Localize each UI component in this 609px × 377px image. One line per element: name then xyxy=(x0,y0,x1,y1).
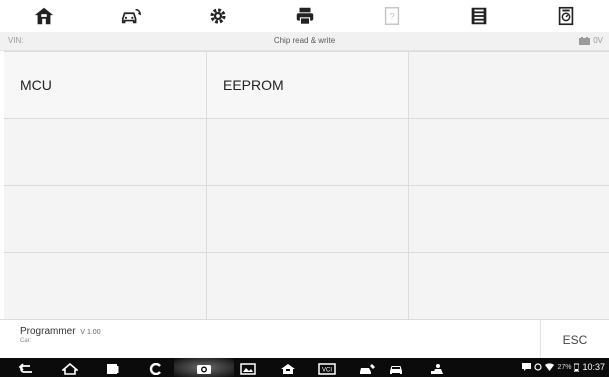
app-home-icon xyxy=(281,363,295,374)
car-label: Car: xyxy=(20,338,32,344)
help-button[interactable]: ? xyxy=(348,0,435,32)
grid-cell xyxy=(207,253,409,320)
print-button[interactable] xyxy=(261,0,348,32)
battery-voltage-icon xyxy=(579,36,591,45)
settings-gear-icon xyxy=(209,8,226,24)
gallery-button[interactable] xyxy=(240,361,256,376)
grid-cell xyxy=(409,52,609,119)
car-service-icon xyxy=(360,363,375,374)
program-version: V 1.00 xyxy=(80,329,101,336)
status-area: 27% 10:37 xyxy=(522,362,605,372)
back-button[interactable] xyxy=(18,361,34,376)
home-nav-icon xyxy=(62,362,78,375)
function-grid: MCU EEPROM xyxy=(4,51,609,320)
home-icon xyxy=(34,7,53,25)
app-home-button[interactable] xyxy=(280,361,296,376)
gallery-icon xyxy=(240,362,256,375)
remote-support-icon xyxy=(431,363,443,374)
svg-text:VCI: VCI xyxy=(322,367,332,373)
grid-cell-eeprom[interactable]: EEPROM xyxy=(207,52,409,119)
settings-button[interactable] xyxy=(174,0,261,32)
top-toolbar: ? xyxy=(0,0,609,32)
browser-button[interactable] xyxy=(148,361,164,376)
grid-cell xyxy=(409,119,609,186)
info-bar: VIN: Chip read & write 0V xyxy=(0,32,609,51)
print-icon xyxy=(296,7,313,25)
vci-icon: VCI xyxy=(318,362,336,375)
help-icon: ? xyxy=(384,7,399,25)
grid-cell xyxy=(207,186,409,253)
grid-cell-mcu[interactable]: MCU xyxy=(4,52,207,119)
recent-apps-icon xyxy=(107,363,119,374)
screenshot-button[interactable] xyxy=(196,361,212,376)
program-info: Programmer V 1.00 xyxy=(20,326,101,337)
data-logging-button[interactable] xyxy=(522,0,609,32)
back-icon xyxy=(18,362,32,373)
save-icon xyxy=(471,7,486,25)
vehicle-button[interactable] xyxy=(388,361,404,376)
vehicle-swap-button[interactable] xyxy=(87,0,174,32)
sync-icon xyxy=(534,363,543,371)
battery-icon xyxy=(574,363,580,372)
grid-cell xyxy=(409,186,609,253)
grid-cell xyxy=(4,253,207,320)
grid-cell xyxy=(409,253,609,320)
clock: 10:37 xyxy=(582,362,605,372)
grid-cell xyxy=(207,119,409,186)
grid-cell xyxy=(4,186,207,253)
service-button[interactable] xyxy=(358,361,376,376)
footer-bar: Programmer V 1.00 Car: ESC xyxy=(0,319,609,359)
wifi-icon xyxy=(545,363,555,371)
program-name: Programmer xyxy=(20,326,76,337)
car-icon xyxy=(390,365,402,374)
svg-text:?: ? xyxy=(389,12,394,22)
system-navigation-bar xyxy=(0,358,609,377)
remote-support-button[interactable] xyxy=(430,361,446,376)
camera-icon xyxy=(197,364,211,374)
vehicle-swap-icon xyxy=(121,8,141,24)
battery-percent: 27% xyxy=(557,363,572,371)
grid-cell xyxy=(4,119,207,186)
data-logging-icon xyxy=(558,6,573,26)
page-title: Chip read & write xyxy=(273,36,336,45)
recent-apps-button[interactable] xyxy=(104,361,120,376)
voltage-value: 0V xyxy=(593,36,603,45)
message-icon xyxy=(522,363,532,371)
home-nav-button[interactable] xyxy=(62,361,78,376)
voltage-indicator: 0V xyxy=(579,36,603,45)
save-button[interactable] xyxy=(435,0,522,32)
home-button[interactable] xyxy=(0,0,87,32)
browser-icon xyxy=(149,362,161,375)
vci-button[interactable]: VCI xyxy=(318,361,336,376)
esc-button[interactable]: ESC xyxy=(540,320,609,359)
